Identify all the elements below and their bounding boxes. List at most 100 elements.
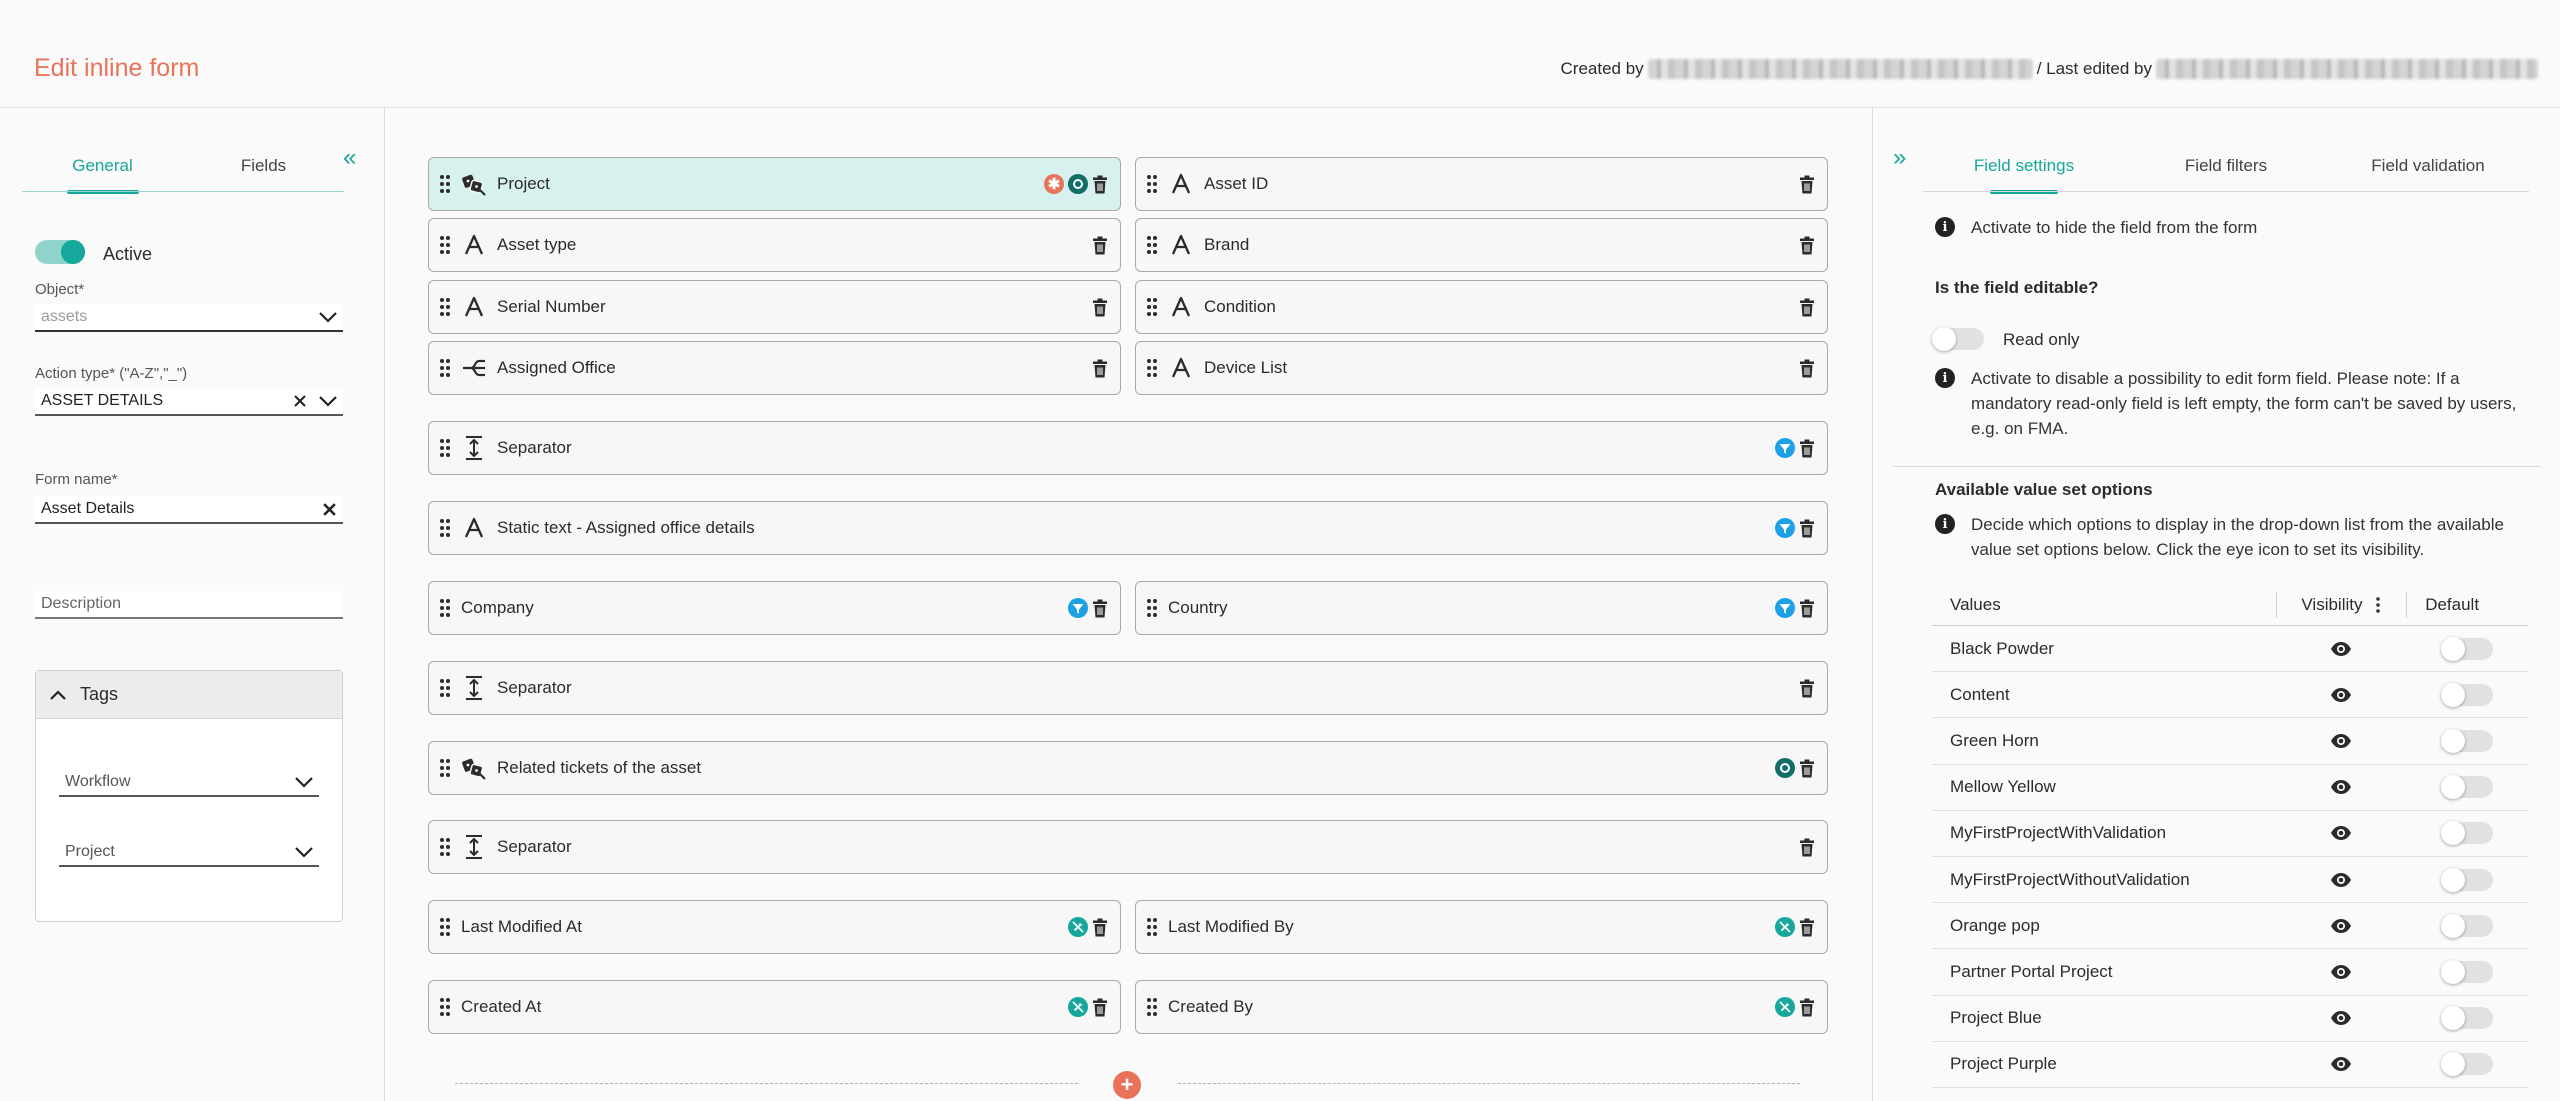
record-icon[interactable] — [1068, 174, 1088, 194]
clear-icon[interactable] — [322, 502, 337, 517]
default-toggle[interactable] — [2441, 636, 2494, 661]
field-card[interactable]: Separator — [428, 661, 1828, 715]
drag-handle-icon[interactable] — [439, 678, 451, 698]
field-card[interactable]: Created By — [1135, 980, 1828, 1034]
trash-icon[interactable] — [1092, 175, 1108, 194]
filter-icon[interactable] — [1068, 598, 1088, 618]
default-toggle[interactable] — [2441, 775, 2494, 800]
drag-handle-icon[interactable] — [439, 917, 451, 937]
field-card[interactable]: Separator — [428, 820, 1828, 874]
trash-icon[interactable] — [1799, 298, 1815, 317]
trash-icon[interactable] — [1092, 599, 1108, 618]
trash-icon[interactable] — [1092, 236, 1108, 255]
trash-icon[interactable] — [1799, 759, 1815, 778]
tab-field-validation[interactable]: Field validation — [2327, 156, 2529, 192]
field-card[interactable]: Static text - Assigned office details — [428, 501, 1828, 555]
field-card[interactable]: Country — [1135, 581, 1828, 635]
drag-handle-icon[interactable] — [439, 297, 451, 317]
add-field-button[interactable]: + — [1113, 1071, 1141, 1099]
drag-handle-icon[interactable] — [439, 438, 451, 458]
collapse-right-icon[interactable]: » — [1893, 146, 1906, 170]
trash-icon[interactable] — [1092, 298, 1108, 317]
default-toggle[interactable] — [2441, 821, 2494, 846]
read-only-toggle[interactable] — [1932, 327, 1984, 351]
project-select[interactable]: Project — [59, 839, 319, 867]
drag-handle-icon[interactable] — [1146, 917, 1158, 937]
field-card[interactable]: Assigned Office — [428, 341, 1121, 395]
drag-handle-icon[interactable] — [1146, 235, 1158, 255]
trash-icon[interactable] — [1092, 998, 1108, 1017]
visibility-eye-icon[interactable] — [2276, 1010, 2407, 1026]
drag-handle-icon[interactable] — [439, 758, 451, 778]
field-card[interactable]: Created At — [428, 980, 1121, 1034]
drag-handle-icon[interactable] — [1146, 174, 1158, 194]
field-card[interactable]: Last Modified By — [1135, 900, 1828, 954]
default-toggle[interactable] — [2441, 913, 2494, 938]
field-card[interactable]: Related tickets of the asset — [428, 741, 1828, 795]
description-input[interactable]: Description — [35, 591, 343, 619]
field-card[interactable]: Serial Number — [428, 280, 1121, 334]
field-card[interactable]: Device List — [1135, 341, 1828, 395]
trash-icon[interactable] — [1799, 359, 1815, 378]
tab-general[interactable]: General — [22, 156, 183, 194]
trash-icon[interactable] — [1799, 439, 1815, 458]
active-toggle[interactable] — [35, 240, 85, 264]
field-card[interactable]: Project ✱ — [428, 157, 1121, 211]
visibility-eye-icon[interactable] — [2276, 872, 2407, 888]
visibility-eye-icon[interactable] — [2276, 964, 2407, 980]
filter-icon[interactable] — [1775, 438, 1795, 458]
default-toggle[interactable] — [2441, 728, 2494, 753]
drag-handle-icon[interactable] — [1146, 598, 1158, 618]
field-card[interactable]: Separator — [428, 421, 1828, 475]
field-card[interactable]: Last Modified At — [428, 900, 1121, 954]
visibility-eye-icon[interactable] — [2276, 825, 2407, 841]
readonly-icon[interactable] — [1068, 997, 1088, 1017]
default-toggle[interactable] — [2441, 959, 2494, 984]
drag-handle-icon[interactable] — [439, 997, 451, 1017]
form-name-input[interactable]: Asset Details — [35, 496, 343, 524]
trash-icon[interactable] — [1799, 175, 1815, 194]
action-type-select[interactable]: ASSET DETAILS — [35, 388, 343, 416]
drag-handle-icon[interactable] — [439, 837, 451, 857]
object-select[interactable]: assets — [35, 304, 343, 332]
visibility-eye-icon[interactable] — [2276, 918, 2407, 934]
field-card[interactable]: Condition — [1135, 280, 1828, 334]
field-card[interactable]: Brand — [1135, 218, 1828, 272]
tags-header[interactable]: Tags — [36, 671, 342, 719]
drag-handle-icon[interactable] — [1146, 358, 1158, 378]
visibility-eye-icon[interactable] — [2276, 1056, 2407, 1072]
drag-handle-icon[interactable] — [439, 358, 451, 378]
tab-field-settings[interactable]: Field settings — [1923, 156, 2125, 194]
trash-icon[interactable] — [1092, 359, 1108, 378]
filter-icon[interactable] — [1775, 518, 1795, 538]
default-toggle[interactable] — [2441, 867, 2494, 892]
record-icon[interactable] — [1775, 758, 1795, 778]
readonly-icon[interactable] — [1775, 997, 1795, 1017]
drag-handle-icon[interactable] — [439, 518, 451, 538]
default-toggle[interactable] — [2441, 682, 2494, 707]
default-toggle[interactable] — [2441, 1006, 2494, 1031]
visibility-eye-icon[interactable] — [2276, 779, 2407, 795]
trash-icon[interactable] — [1092, 918, 1108, 937]
trash-icon[interactable] — [1799, 838, 1815, 857]
visibility-eye-icon[interactable] — [2276, 687, 2407, 703]
drag-handle-icon[interactable] — [439, 235, 451, 255]
drag-handle-icon[interactable] — [1146, 297, 1158, 317]
readonly-icon[interactable] — [1775, 917, 1795, 937]
visibility-eye-icon[interactable] — [2276, 641, 2407, 657]
clear-icon[interactable] — [293, 394, 307, 408]
field-card[interactable]: Asset type — [428, 218, 1121, 272]
readonly-icon[interactable] — [1068, 917, 1088, 937]
trash-icon[interactable] — [1799, 519, 1815, 538]
trash-icon[interactable] — [1799, 998, 1815, 1017]
collapse-left-icon[interactable]: « — [343, 146, 356, 170]
visibility-eye-icon[interactable] — [2276, 733, 2407, 749]
filter-icon[interactable] — [1775, 598, 1795, 618]
field-card[interactable]: Company — [428, 581, 1121, 635]
trash-icon[interactable] — [1799, 679, 1815, 698]
kebab-menu-icon[interactable] — [2376, 596, 2381, 613]
default-toggle[interactable] — [2441, 1052, 2494, 1077]
trash-icon[interactable] — [1799, 918, 1815, 937]
trash-icon[interactable] — [1799, 599, 1815, 618]
drag-handle-icon[interactable] — [439, 598, 451, 618]
